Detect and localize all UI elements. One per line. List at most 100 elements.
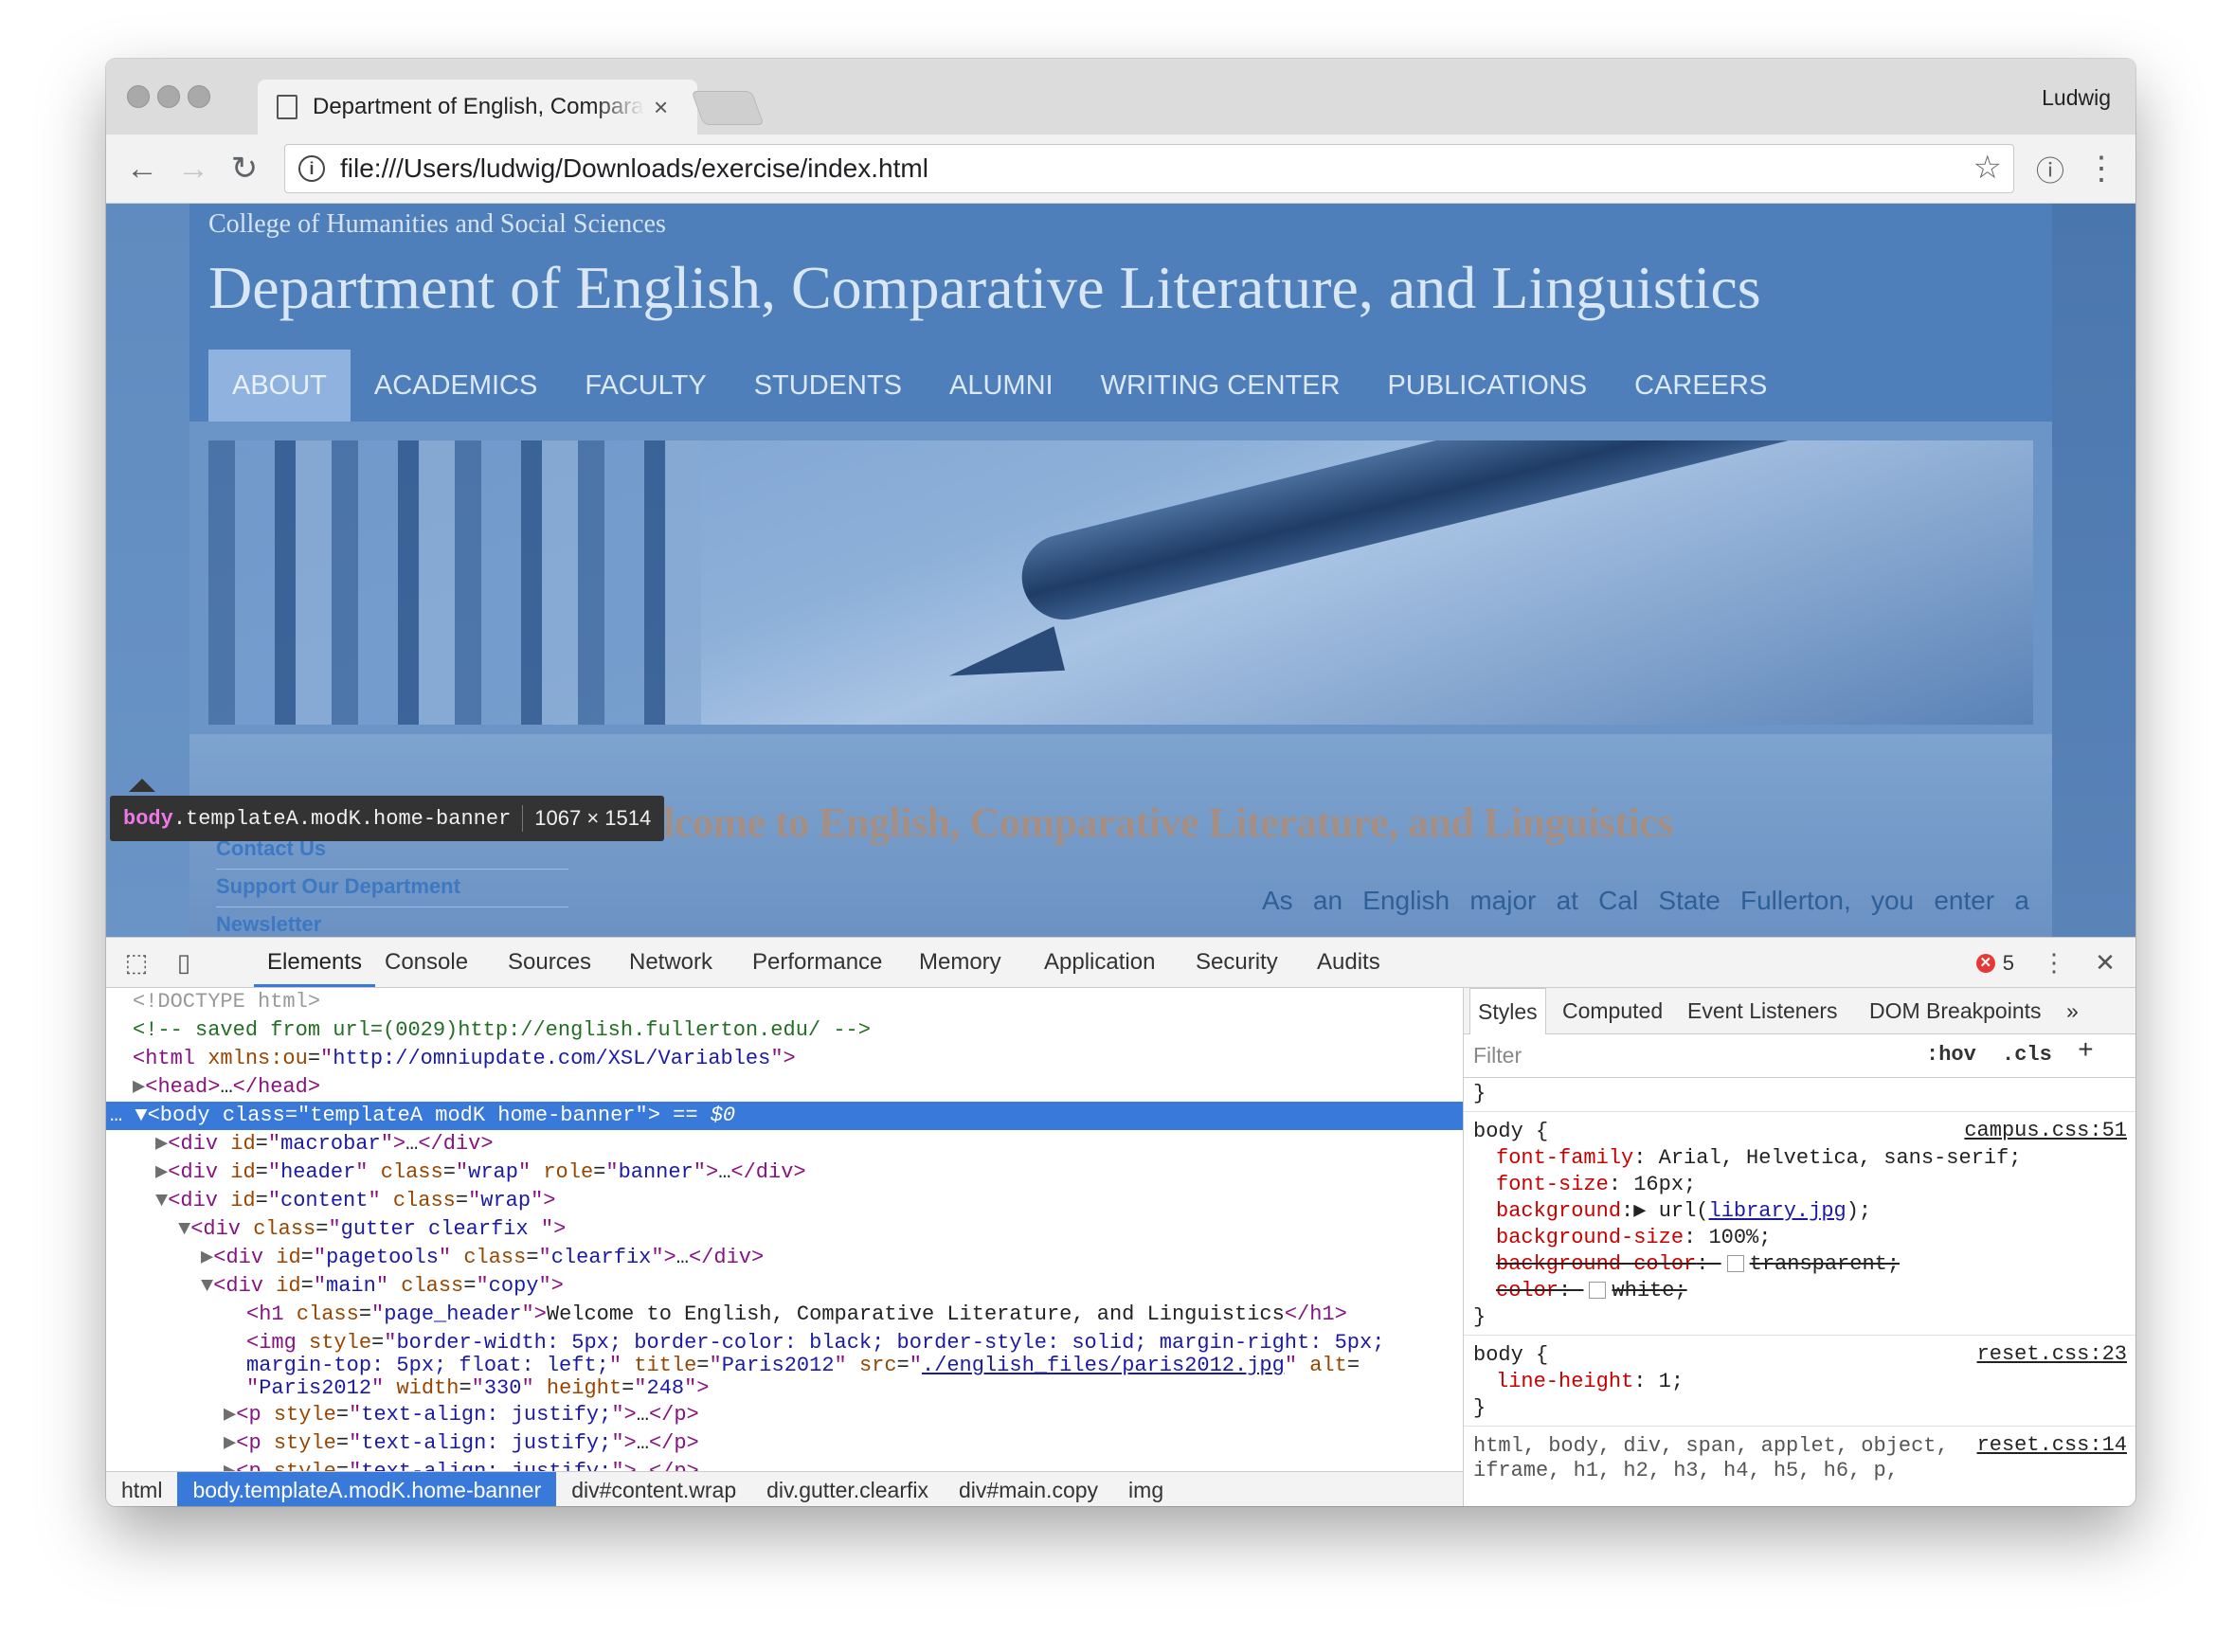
tab-dom-breakpoints[interactable]: DOM Breakpoints bbox=[1869, 988, 2042, 1033]
dom-img-cont[interactable]: margin-top: 5px; float: left;" title="Pa… bbox=[106, 1354, 1463, 1378]
browser-toolbar: ← → ↻ i file:///Users/ludwig/Downloads/e… bbox=[106, 135, 2135, 204]
crumb-gutter[interactable]: div.gutter.clearfix bbox=[751, 1472, 944, 1506]
rule2-selector[interactable]: body { bbox=[1473, 1342, 1548, 1369]
crumb-img[interactable]: img bbox=[1113, 1472, 1179, 1506]
inspect-element-icon[interactable]: ⬚ bbox=[121, 947, 152, 978]
css-decl[interactable]: font-size: 16px; bbox=[1496, 1172, 1696, 1198]
intro-word: State bbox=[1658, 886, 1721, 915]
color-swatch[interactable] bbox=[1589, 1282, 1607, 1300]
error-counter[interactable]: ✕ 5 bbox=[1975, 951, 2014, 976]
nav-academics[interactable]: ACADEMICS bbox=[351, 350, 561, 422]
bookmark-star-icon[interactable]: ☆ bbox=[1973, 149, 2002, 187]
browser-menu-icon[interactable]: ⋮ bbox=[2081, 148, 2122, 189]
dom-img-cont[interactable]: "Paris2012" width="330" height="248"> bbox=[106, 1376, 1463, 1401]
site-info-icon[interactable]: i bbox=[298, 155, 325, 182]
dom-tree[interactable]: <!DOCTYPE html> <!-- saved from url=(002… bbox=[106, 988, 1463, 1471]
close-window-button[interactable] bbox=[127, 85, 150, 108]
profile-name[interactable]: Ludwig bbox=[2042, 85, 2111, 111]
dom-body-selected[interactable]: … ▼<body class="templateA modK home-bann… bbox=[106, 1102, 1463, 1130]
dom-div-header[interactable]: ▶<div id="header" class="wrap" role="ban… bbox=[106, 1158, 1463, 1187]
tab-security[interactable]: Security bbox=[1196, 938, 1278, 987]
reload-icon[interactable]: ↻ bbox=[224, 148, 265, 189]
sidebar-link-support[interactable]: Support Our Department bbox=[216, 874, 460, 899]
tab-network[interactable]: Network bbox=[629, 938, 712, 987]
intro-word: a bbox=[2014, 886, 2029, 915]
css-decl-overridden[interactable]: background-color: transparent; bbox=[1496, 1251, 1900, 1278]
back-icon[interactable]: ← bbox=[121, 148, 163, 189]
more-tabs-icon[interactable]: » bbox=[2066, 988, 2079, 1033]
college-link[interactable]: College of Humanities and Social Science… bbox=[208, 209, 666, 240]
tab-sources[interactable]: Sources bbox=[508, 938, 591, 987]
url-text[interactable]: file:///Users/ludwig/Downloads/exercise/… bbox=[340, 153, 928, 184]
dom-div-content[interactable]: ▼<div id="content" class="wrap"> bbox=[106, 1187, 1463, 1215]
rule2-source-link[interactable]: reset.css:23 bbox=[1977, 1342, 2127, 1366]
rule1-source-link[interactable]: campus.css:51 bbox=[1964, 1119, 2127, 1142]
css-decl-overridden[interactable]: color: white; bbox=[1496, 1278, 1687, 1304]
crumb-main[interactable]: div#main.copy bbox=[944, 1472, 1113, 1506]
crumb-html[interactable]: html bbox=[106, 1472, 177, 1506]
css-decl[interactable]: background:▶ url(library.jpg); bbox=[1496, 1198, 1871, 1225]
tab-computed[interactable]: Computed bbox=[1562, 988, 1663, 1033]
rule3-selector[interactable]: html, body, div, span, applet, object, bbox=[1473, 1433, 1949, 1460]
tab-memory[interactable]: Memory bbox=[919, 938, 1001, 987]
cls-toggle[interactable]: .cls bbox=[2002, 1043, 2052, 1067]
color-swatch[interactable] bbox=[1726, 1255, 1744, 1273]
css-decl[interactable]: line-height: 1; bbox=[1496, 1369, 1684, 1395]
department-title[interactable]: Department of English, Comparative Liter… bbox=[208, 253, 1761, 323]
dom-p[interactable]: ▶<p style="text-align: justify;">…</p> bbox=[106, 1429, 1463, 1458]
tab-performance[interactable]: Performance bbox=[752, 938, 882, 987]
tab-elements[interactable]: Elements bbox=[254, 938, 376, 987]
tab-application[interactable]: Application bbox=[1044, 938, 1155, 987]
extension-icon[interactable]: ⓘ bbox=[2029, 148, 2071, 189]
dom-html[interactable]: <html xmlns:ou="http://omniupdate.com/XS… bbox=[106, 1045, 1463, 1073]
new-rule-icon[interactable]: + bbox=[2078, 1037, 2094, 1067]
rule1-selector[interactable]: body { bbox=[1473, 1119, 1548, 1145]
filter-input[interactable]: Filter bbox=[1473, 1043, 1522, 1068]
nav-careers[interactable]: CAREERS bbox=[1611, 350, 1791, 422]
dom-div-gutter[interactable]: ▼<div class="gutter clearfix "> bbox=[106, 1215, 1463, 1244]
new-tab-button[interactable] bbox=[691, 91, 765, 125]
address-bar[interactable]: i file:///Users/ludwig/Downloads/exercis… bbox=[284, 144, 2014, 193]
tab-close-icon[interactable]: × bbox=[654, 93, 668, 122]
minimize-window-button[interactable] bbox=[157, 85, 180, 108]
devtools-menu-icon[interactable]: ⋮ bbox=[2039, 947, 2069, 978]
css-decl[interactable]: background-size: 100%; bbox=[1496, 1225, 1771, 1251]
intro-word: Fullerton, bbox=[1740, 886, 1851, 915]
nav-writing-center[interactable]: WRITING CENTER bbox=[1077, 350, 1364, 422]
dom-p[interactable]: ▶<p style="text-align: justify;">…</p> bbox=[106, 1458, 1463, 1471]
css-decl[interactable]: font-family: Arial, Helvetica, sans-seri… bbox=[1496, 1145, 2022, 1172]
intro-word: an bbox=[1312, 886, 1343, 915]
dom-p[interactable]: ▶<p style="text-align: justify;">…</p> bbox=[106, 1401, 1463, 1429]
crumb-content[interactable]: div#content.wrap bbox=[556, 1472, 751, 1506]
zoom-window-button[interactable] bbox=[188, 85, 210, 108]
crumb-body[interactable]: body.templateA.modK.home-banner bbox=[177, 1472, 557, 1506]
dom-h1[interactable]: <h1 class="page_header">Welcome to Engli… bbox=[106, 1301, 1463, 1329]
devtools-close-icon[interactable]: ✕ bbox=[2090, 947, 2120, 978]
tab-audits[interactable]: Audits bbox=[1317, 938, 1380, 987]
tab-console[interactable]: Console bbox=[385, 938, 468, 987]
dom-doctype[interactable]: <!DOCTYPE html> bbox=[106, 988, 1463, 1016]
nav-about[interactable]: ABOUT bbox=[208, 350, 351, 422]
tab-styles[interactable]: Styles bbox=[1469, 988, 1546, 1034]
nav-publications[interactable]: PUBLICATIONS bbox=[1364, 350, 1612, 422]
intro-word: at bbox=[1556, 886, 1578, 915]
rule3-source-link[interactable]: reset.css:14 bbox=[1977, 1433, 2127, 1457]
dom-comment[interactable]: <!-- saved from url=(0029)http://english… bbox=[106, 1016, 1463, 1045]
sidebar-link-newsletter[interactable]: Newsletter bbox=[216, 912, 321, 937]
browser-tab-content[interactable]: Department of English, Comparative Liter… bbox=[277, 80, 684, 135]
nav-alumni[interactable]: ALUMNI bbox=[926, 350, 1077, 422]
dom-div-main[interactable]: ▼<div id="main" class="copy"> bbox=[106, 1272, 1463, 1301]
hov-toggle[interactable]: :hov bbox=[1926, 1043, 1976, 1067]
device-toolbar-icon[interactable]: ▯ bbox=[169, 947, 199, 978]
nav-faculty[interactable]: FACULTY bbox=[561, 350, 730, 422]
dom-div-macrobar[interactable]: ▶<div id="macrobar">…</div> bbox=[106, 1130, 1463, 1158]
dom-div-pagetools[interactable]: ▶<div id="pagetools" class="clearfix">…<… bbox=[106, 1244, 1463, 1272]
forward-icon[interactable]: → bbox=[172, 148, 214, 189]
dom-head[interactable]: ▶<head>…</head> bbox=[106, 1073, 1463, 1102]
tooltip-classes: .templateA.modK.home-banner bbox=[172, 806, 512, 831]
error-icon: ✕ bbox=[1975, 954, 1995, 973]
nav-students[interactable]: STUDENTS bbox=[730, 350, 926, 422]
devtools-tabbar: ⬚ ▯ Elements Console Sources Network Per… bbox=[106, 938, 2135, 988]
rule3-selector-cont[interactable]: iframe, h1, h2, h3, h4, h5, h6, p, bbox=[1473, 1458, 1899, 1484]
tab-event-listeners[interactable]: Event Listeners bbox=[1687, 988, 1838, 1033]
